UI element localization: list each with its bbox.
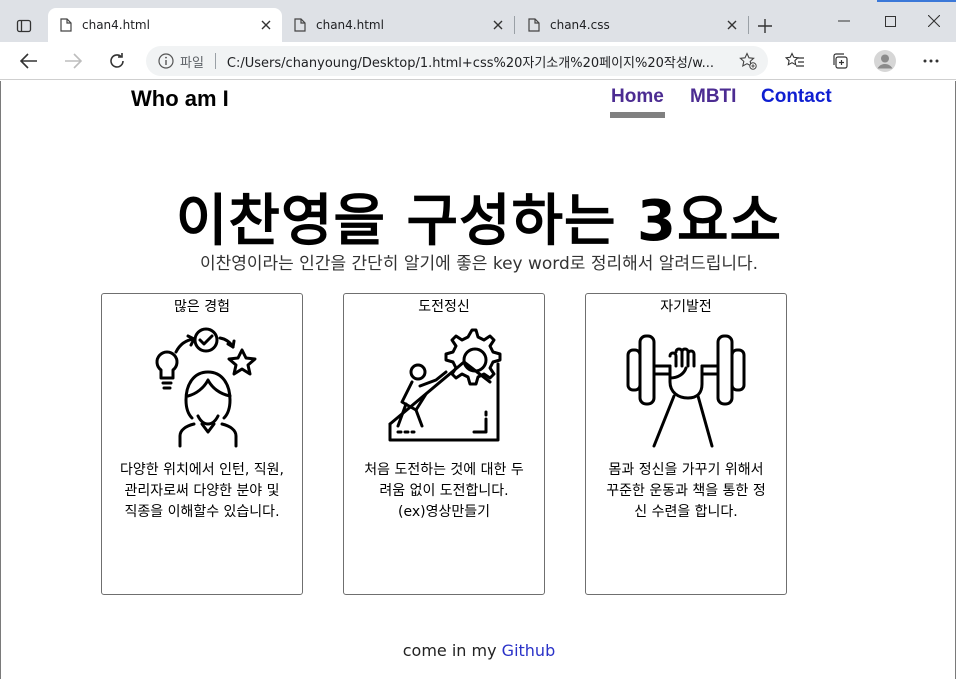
protocol-label: 파일 bbox=[180, 55, 204, 71]
tab-strip: chan4.html chan4.html chan4.css bbox=[0, 0, 956, 42]
card-description: 몸과 정신을 가꾸기 위해서 꾸준한 운동과 책을 통한 정 신 수련을 합니다… bbox=[606, 462, 766, 520]
accent-line bbox=[877, 0, 956, 2]
card-experience: 많은 경험 다양한 위치에서 인턴, 직원, 관리자로써 다양한 분야 및 직종… bbox=[101, 293, 303, 595]
maximize-icon[interactable] bbox=[868, 10, 912, 32]
card-self-development: 자기발전 몸과 정신을 가꾸기 위해서 꾸준한 운동과 책을 통한 정 신 수련… bbox=[585, 293, 787, 595]
card-title: 자기발전 bbox=[660, 299, 712, 315]
tab-chan4-css[interactable]: chan4.css bbox=[516, 8, 748, 42]
card-description: 처음 도전하는 것에 대한 두 려움 없이 도전합니다. (ex)영상만들기 bbox=[364, 462, 524, 520]
close-window-icon[interactable] bbox=[912, 10, 956, 32]
plus-icon[interactable] bbox=[752, 13, 778, 39]
tab-title: chan4.html bbox=[316, 18, 384, 32]
url-text[interactable]: C:/Users/chanyoung/Desktop/1.html+css%20… bbox=[227, 52, 734, 71]
dumbbell-hand-icon bbox=[626, 334, 746, 448]
nav-link-contact[interactable]: Contact bbox=[761, 86, 832, 108]
close-icon[interactable] bbox=[488, 15, 508, 35]
address-divider bbox=[214, 53, 216, 69]
file-icon bbox=[60, 18, 72, 32]
back-icon[interactable] bbox=[14, 46, 44, 76]
tab-separator bbox=[748, 16, 749, 34]
browser-toolbar: 파일 C:/Users/chanyoung/Desktop/1.html+css… bbox=[0, 42, 956, 80]
github-link[interactable]: Github bbox=[502, 641, 556, 660]
collections-icon[interactable] bbox=[825, 46, 855, 76]
tab-chan4-html[interactable]: chan4.html bbox=[282, 8, 514, 42]
brand-title: Who am I bbox=[131, 86, 229, 111]
tab-actions-icon[interactable] bbox=[10, 12, 38, 40]
file-icon bbox=[294, 18, 306, 32]
close-icon[interactable] bbox=[722, 15, 742, 35]
more-icon[interactable] bbox=[916, 46, 946, 76]
nav-link-mbti[interactable]: MBTI bbox=[690, 86, 736, 108]
minimize-icon[interactable] bbox=[822, 10, 866, 32]
hero-subtitle: 이찬영이라는 인간을 간단히 알기에 좋은 key word로 정리해서 알려드… bbox=[199, 254, 759, 274]
favorites-icon[interactable] bbox=[780, 46, 810, 76]
web-page: Who am I Home MBTI Contact 이찬영을 구성하는 3요소… bbox=[0, 81, 956, 679]
footer: come in my Github bbox=[1, 641, 956, 660]
tab-title: chan4.html bbox=[82, 18, 150, 32]
info-icon[interactable] bbox=[158, 53, 174, 69]
profile-icon[interactable] bbox=[870, 46, 900, 76]
card-title: 도전정신 bbox=[418, 299, 470, 315]
refresh-icon[interactable] bbox=[102, 46, 132, 76]
card-title: 많은 경험 bbox=[174, 299, 230, 315]
footer-text: come in my bbox=[402, 641, 497, 660]
close-icon[interactable] bbox=[256, 15, 276, 35]
add-favorite-icon[interactable] bbox=[734, 52, 762, 70]
climbing-gear-icon bbox=[388, 328, 502, 442]
tab-separator bbox=[514, 16, 515, 34]
card-challenge: 도전정신 처음 도전하는 것에 대한 두 려움 없이 도전합니다. (ex)영상… bbox=[343, 293, 545, 595]
active-nav-underline bbox=[610, 112, 665, 118]
experience-person-icon bbox=[155, 327, 257, 448]
forward-icon[interactable] bbox=[58, 46, 88, 76]
tab-title: chan4.css bbox=[550, 18, 610, 32]
address-bar[interactable]: 파일 C:/Users/chanyoung/Desktop/1.html+css… bbox=[146, 46, 768, 76]
hero-title: 이찬영을 구성하는 3요소 bbox=[175, 189, 783, 254]
card-description: 다양한 위치에서 인턴, 직원, 관리자로써 다양한 분야 및 직종을 이해할수… bbox=[120, 462, 284, 520]
tab-chan4-html-active[interactable]: chan4.html bbox=[48, 8, 282, 42]
nav-link-home[interactable]: Home bbox=[611, 86, 664, 108]
file-icon bbox=[528, 18, 540, 32]
